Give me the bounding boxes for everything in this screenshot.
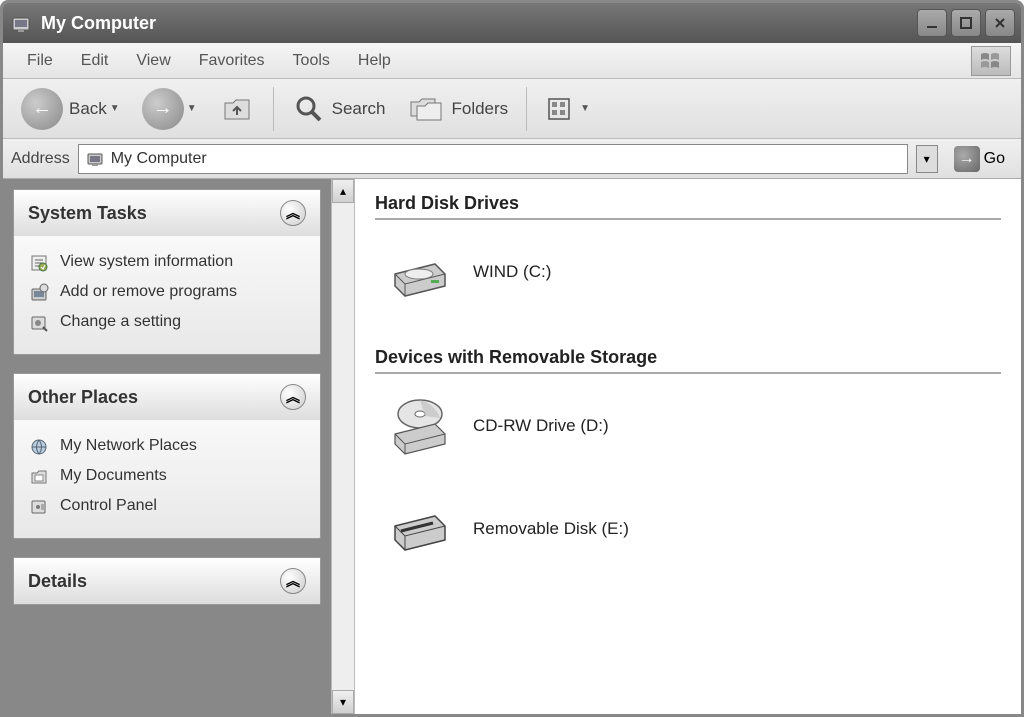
go-arrow-icon: → [954,146,980,172]
control-panel-link[interactable]: Control Panel [28,492,306,522]
system-tasks-panel: System Tasks ︽ View system information A… [13,189,321,355]
programs-icon [28,282,50,304]
drive-item-c[interactable]: WIND (C:) [375,244,1001,299]
panel-title: Other Places [28,387,138,408]
menu-view[interactable]: View [122,46,184,76]
link-text: My Network Places [60,436,197,457]
settings-icon [28,312,50,334]
details-panel: Details ︽ [13,557,321,605]
collapse-button[interactable]: ︽ [280,568,306,594]
forward-icon: → [142,88,184,130]
back-label: Back [69,99,107,119]
sidebar: System Tasks ︽ View system information A… [3,179,331,714]
search-label: Search [332,99,386,119]
drive-item-e[interactable]: Removable Disk (E:) [375,501,1001,556]
address-input[interactable] [111,150,901,168]
up-button[interactable] [211,87,263,131]
main-content: Hard Disk Drives WIND (C:) Devices with … [355,179,1021,714]
separator [273,87,274,131]
link-text: Add or remove programs [60,282,237,303]
other-places-panel: Other Places ︽ My Network Places My Docu… [13,373,321,539]
folders-icon [407,92,445,126]
scroll-up-button[interactable]: ▴ [332,179,354,203]
address-dropdown-button[interactable]: ▾ [916,145,938,173]
drive-label: WIND (C:) [473,262,551,282]
panel-header[interactable]: Details ︽ [14,558,320,604]
app-icon [9,11,33,35]
network-icon [28,436,50,458]
add-remove-programs-link[interactable]: Add or remove programs [28,278,306,308]
views-dropdown-icon[interactable]: ▼ [580,103,590,114]
minimize-button[interactable] [917,9,947,37]
views-icon [545,95,577,123]
folders-button[interactable]: Folders [399,88,516,130]
sidebar-scrollbar[interactable]: ▴ ▾ [331,179,355,714]
change-setting-link[interactable]: Change a setting [28,308,306,338]
drive-item-d[interactable]: CD-RW Drive (D:) [375,398,1001,453]
titlebar[interactable]: My Computer [3,3,1021,43]
back-icon: ← [21,88,63,130]
link-text: View system information [60,252,233,273]
search-button[interactable]: Search [284,88,394,130]
link-text: Change a setting [60,312,181,333]
folder-up-icon [219,91,255,127]
close-button[interactable] [985,9,1015,37]
window-title: My Computer [41,13,917,34]
network-places-link[interactable]: My Network Places [28,432,306,462]
section-title: Devices with Removable Storage [375,347,1001,374]
forward-dropdown-icon[interactable]: ▼ [187,103,197,114]
search-icon [292,92,326,126]
views-button[interactable]: ▼ [537,91,598,127]
go-label: Go [984,150,1005,168]
menu-favorites[interactable]: Favorites [185,46,279,76]
maximize-button[interactable] [951,9,981,37]
address-field[interactable] [78,144,908,174]
menu-edit[interactable]: Edit [67,46,123,76]
removable-icon [385,501,455,556]
panel-title: System Tasks [28,203,147,224]
separator [526,87,527,131]
scroll-down-button[interactable]: ▾ [332,690,354,714]
control-panel-icon [28,496,50,518]
windows-logo-icon [971,46,1011,76]
menubar: File Edit View Favorites Tools Help [3,43,1021,79]
scroll-track[interactable] [332,203,354,690]
panel-header[interactable]: System Tasks ︽ [14,190,320,236]
panel-header[interactable]: Other Places ︽ [14,374,320,420]
computer-icon [85,149,105,169]
drive-label: CD-RW Drive (D:) [473,416,609,436]
toolbar: ← Back ▼ → ▼ Search Folders ▼ [3,79,1021,139]
menu-file[interactable]: File [13,46,67,76]
back-button[interactable]: ← Back ▼ [13,84,128,134]
addressbar: Address ▾ → Go [3,139,1021,179]
link-text: My Documents [60,466,167,487]
folders-label: Folders [451,99,508,119]
link-text: Control Panel [60,496,157,517]
documents-icon [28,466,50,488]
cdrom-icon [385,398,455,453]
menu-tools[interactable]: Tools [279,46,344,76]
window: My Computer File Edit View Favorites Too… [0,0,1024,717]
go-button[interactable]: → Go [946,143,1013,175]
view-system-info-link[interactable]: View system information [28,248,306,278]
back-dropdown-icon[interactable]: ▼ [110,103,120,114]
drive-label: Removable Disk (E:) [473,519,629,539]
content-area: System Tasks ︽ View system information A… [3,179,1021,714]
collapse-button[interactable]: ︽ [280,384,306,410]
address-label: Address [11,150,70,168]
collapse-button[interactable]: ︽ [280,200,306,226]
hdd-icon [385,244,455,299]
menu-help[interactable]: Help [344,46,405,76]
my-documents-link[interactable]: My Documents [28,462,306,492]
panel-title: Details [28,571,87,592]
info-icon [28,252,50,274]
forward-button[interactable]: → ▼ [134,84,205,134]
section-title: Hard Disk Drives [375,193,1001,220]
